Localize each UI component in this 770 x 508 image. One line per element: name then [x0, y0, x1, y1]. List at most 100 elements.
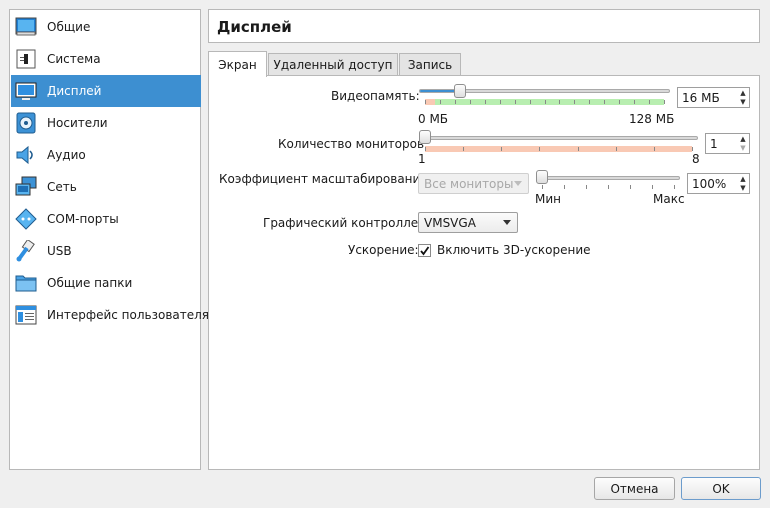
- sidebar-item-label: COM-порты: [47, 212, 119, 226]
- sidebar-item-serial-ports[interactable]: COM-порты: [11, 203, 201, 235]
- slider-tick: [530, 100, 531, 104]
- video-memory-low-range: [425, 99, 435, 105]
- slider-tick: [574, 100, 575, 104]
- system-icon: [15, 48, 37, 70]
- slider-tick: [604, 100, 605, 104]
- settings-sidebar: Общие Система Дисплей Носители Аудио Сет…: [9, 9, 209, 470]
- sidebar-item-display[interactable]: Дисплей: [11, 75, 201, 107]
- video-memory-max-label: 128 МБ: [629, 112, 675, 126]
- sidebar-item-storage[interactable]: Носители: [11, 107, 201, 139]
- tab-label: Запись: [407, 58, 453, 72]
- spin-down-icon[interactable]: ▼: [737, 183, 749, 192]
- sidebar-item-label: Сеть: [47, 180, 77, 194]
- sidebar-item-shared-folders[interactable]: Общие папки: [11, 267, 201, 299]
- slider-tick: [630, 185, 631, 189]
- slider-tick: [545, 100, 546, 104]
- video-memory-min-label: 0 МБ: [418, 112, 449, 126]
- spin-up-icon[interactable]: ▲: [737, 88, 749, 97]
- sidebar-item-label: Интерфейс пользователя: [47, 308, 210, 322]
- scale-slider-groove[interactable]: [536, 176, 680, 180]
- sidebar-item-label: Система: [47, 52, 101, 66]
- slider-tick: [652, 185, 653, 189]
- general-icon: [15, 16, 37, 38]
- sidebar-item-label: Носители: [47, 116, 108, 130]
- storage-icon: [15, 112, 37, 134]
- sidebar-item-usb[interactable]: USB: [11, 235, 201, 267]
- slider-tick: [654, 147, 655, 151]
- tab-label: Удаленный доступ: [273, 58, 393, 72]
- acceleration-label: Ускорение:: [348, 243, 419, 257]
- spin-down-icon[interactable]: ▼: [737, 143, 749, 152]
- tab-remote-display[interactable]: Удаленный доступ: [268, 53, 398, 76]
- chevron-down-icon: [503, 220, 511, 225]
- ok-button-label: OK: [712, 481, 730, 496]
- cancel-button[interactable]: Отмена: [594, 477, 675, 500]
- tab-recording[interactable]: Запись: [399, 53, 461, 76]
- scale-max-label: Макс: [653, 192, 685, 206]
- slider-tick: [470, 100, 471, 104]
- page-title: Дисплей: [217, 18, 292, 36]
- scale-factor-label: Коэффициент масштабирования:: [219, 172, 432, 186]
- slider-tick: [500, 100, 501, 104]
- graphics-controller-select[interactable]: VMSVGA: [418, 212, 518, 233]
- slider-tick: [674, 185, 675, 189]
- slider-tick: [539, 147, 540, 151]
- spin-up-icon[interactable]: ▲: [737, 134, 749, 143]
- monitor-count-spinbox[interactable]: 1 ▲ ▼: [705, 133, 750, 154]
- tab-label: Экран: [218, 57, 257, 72]
- monitor-count-value: 1: [710, 137, 718, 151]
- video-memory-spinbox[interactable]: 16 МБ ▲ ▼: [677, 87, 750, 108]
- slider-tick: [616, 147, 617, 151]
- scale-spinbox[interactable]: 100% ▲ ▼: [687, 173, 750, 194]
- sidebar-item-label: USB: [47, 244, 72, 258]
- slider-tick: [559, 100, 560, 104]
- tab-screen[interactable]: Экран: [208, 51, 267, 77]
- slider-tick: [425, 147, 426, 151]
- slider-tick: [501, 147, 502, 151]
- slider-tick: [634, 100, 635, 104]
- slider-tick: [692, 147, 693, 151]
- scale-value: 100%: [692, 177, 727, 191]
- sidebar-item-network[interactable]: Сеть: [11, 171, 201, 203]
- slider-tick: [542, 185, 543, 189]
- checkmark-icon: [420, 246, 430, 256]
- ok-button[interactable]: OK: [681, 477, 761, 500]
- enable-3d-label[interactable]: Включить 3D-ускорение: [437, 243, 591, 257]
- monitor-count-min-label: 1: [418, 152, 426, 166]
- video-memory-value: 16 МБ: [682, 91, 720, 105]
- sidebar-item-label: Общие: [47, 20, 91, 34]
- monitor-count-slider-groove[interactable]: [419, 136, 698, 140]
- slider-tick: [515, 100, 516, 104]
- chevron-down-icon: [514, 181, 522, 186]
- monitor-count-slider-handle[interactable]: [419, 130, 431, 144]
- sidebar-item-general[interactable]: Общие: [11, 11, 201, 43]
- video-memory-label: Видеопамять:: [331, 89, 420, 103]
- slider-tick: [619, 100, 620, 104]
- monitor-count-range: [425, 146, 692, 152]
- sidebar-item-label: Аудио: [47, 148, 86, 162]
- sidebar-item-system[interactable]: Система: [11, 43, 201, 75]
- shared-folders-icon: [15, 272, 37, 294]
- spin-down-icon[interactable]: ▼: [737, 97, 749, 106]
- graphics-controller-value: VMSVGA: [424, 216, 476, 230]
- network-icon: [15, 176, 37, 198]
- slider-tick: [455, 100, 456, 104]
- slider-tick: [578, 147, 579, 151]
- spin-up-icon[interactable]: ▲: [737, 174, 749, 183]
- scale-min-label: Мин: [535, 192, 561, 206]
- screen-tab-panel: [208, 75, 760, 470]
- monitor-count-label: Количество мониторов:: [278, 137, 429, 151]
- slider-tick: [664, 100, 665, 104]
- page-title-box: Дисплей: [208, 9, 760, 43]
- slider-tick: [649, 100, 650, 104]
- user-interface-icon: [15, 304, 37, 326]
- display-icon: [15, 80, 37, 102]
- video-memory-slider-handle[interactable]: [454, 84, 466, 98]
- slider-tick: [425, 100, 426, 104]
- monitor-count-max-label: 8: [692, 152, 700, 166]
- scale-monitor-select[interactable]: Все мониторы: [418, 173, 529, 194]
- sidebar-item-user-interface[interactable]: Интерфейс пользователя: [11, 299, 209, 331]
- sidebar-item-audio[interactable]: Аудио: [11, 139, 201, 171]
- enable-3d-checkbox[interactable]: [418, 244, 431, 257]
- scale-slider-handle[interactable]: [536, 170, 548, 184]
